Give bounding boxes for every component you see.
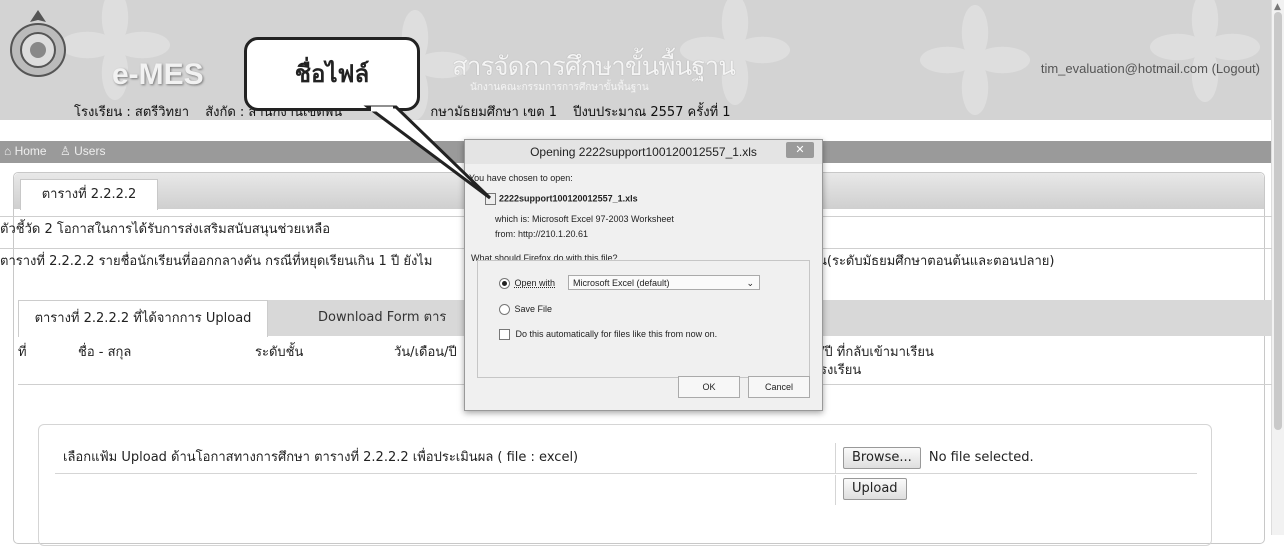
flower-decoration	[1150, 0, 1260, 102]
column-header-level: ระดับชั้น	[255, 345, 304, 360]
obec-logo	[10, 10, 66, 77]
upload-button[interactable]: Upload	[843, 478, 907, 500]
dialog-filename: 2222support100120012557_1.xls	[485, 193, 638, 205]
browse-button[interactable]: Browse...	[843, 447, 921, 469]
user-area: tim_evaluation@hotmail.com (Logout)	[1041, 61, 1260, 76]
save-file-option[interactable]: Save File	[499, 304, 552, 316]
site-header: e-MES สารจัดการศึกษาขั้นพื้นฐาน นักงานคณ…	[0, 0, 1272, 120]
dialog-intro: You have chosen to open:	[469, 173, 573, 183]
auto-action-checkbox[interactable]	[499, 329, 510, 341]
scrollbar-thumb[interactable]	[1274, 12, 1282, 430]
column-divider	[835, 443, 836, 473]
open-file-dialog: Opening 2222support100120012557_1.xls ✕ …	[464, 139, 823, 411]
ok-button[interactable]: OK	[678, 376, 740, 398]
open-with-radio[interactable]	[499, 278, 510, 290]
home-icon: ⌂	[4, 144, 12, 158]
filename-callout: ชื่อไฟล์	[244, 37, 420, 111]
file-picker: Browse... No file selected.	[843, 443, 1034, 473]
fiscal-year: ปีงบประมาณ 2557 ครั้งที่ 1	[573, 105, 731, 120]
auto-action-option[interactable]: Do this automatically for files like thi…	[499, 329, 717, 341]
brand-name: e-MES	[112, 58, 204, 91]
users-icon: ♙	[60, 144, 71, 158]
column-divider	[835, 475, 836, 505]
column-header-no: ที่	[18, 345, 27, 360]
cancel-button[interactable]: Cancel	[748, 376, 810, 398]
school-name: โรงเรียน : สตรีวิทยา	[74, 105, 190, 120]
column-header-name: ชื่อ - สกุล	[78, 345, 132, 360]
nav-users[interactable]: ♙ Users	[60, 144, 105, 158]
tab-upload-result[interactable]: ตารางที่ 2.2.2.2 ที่ได้จากการ Upload	[18, 300, 268, 337]
site-subtitle: นักงานคณะกรรมการการศึกษาขั้นพื้นฐาน	[470, 82, 649, 93]
dialog-title: Opening 2222support100120012557_1.xls	[465, 140, 822, 164]
upload-label: เลือกแฟ้ม Upload ด้านโอกาสทางการศึกษา ตา…	[63, 450, 579, 465]
user-email: tim_evaluation@hotmail.com	[1040, 61, 1208, 76]
table-description-right: น(ระดับมัธยมศึกษาตอนต้นและตอนปลาย)	[818, 254, 1055, 269]
excel-file-icon	[485, 193, 496, 205]
table-description-left: ตารางที่ 2.2.2.2 รายชื่อนักเรียนที่ออกกล…	[0, 254, 433, 269]
close-icon[interactable]: ✕	[786, 142, 814, 158]
upload-row: เลือกแฟ้ม Upload ด้านโอกาสทางการศึกษา ตา…	[55, 443, 1197, 474]
column-header-return: /ปี ที่กลับเข้ามาเรียน รงเรียน	[820, 345, 934, 378]
tab-table-2222[interactable]: ตารางที่ 2.2.2.2	[20, 179, 158, 210]
tab-download-form[interactable]: Download Form ตาร	[318, 300, 446, 336]
dialog-file-source: from: http://210.1.20.61	[495, 229, 589, 239]
open-with-select[interactable]: Microsoft Excel (default) ⌄	[568, 275, 760, 290]
column-header-date: วัน/เดือน/ปี	[394, 345, 457, 360]
save-file-radio[interactable]	[499, 304, 510, 316]
logout-link[interactable]: (Logout)	[1212, 61, 1260, 76]
affiliation-rest: กษามัธยมศึกษา เขต 1	[430, 105, 558, 120]
upload-button-row: Upload	[55, 475, 1197, 505]
nav-home[interactable]: ⌂ Home	[4, 144, 47, 158]
dialog-file-type: which is: Microsoft Excel 97-2003 Worksh…	[495, 214, 674, 224]
page-scrollbar[interactable]: ▲	[1271, 0, 1284, 535]
flower-decoration	[920, 5, 1030, 115]
chevron-down-icon: ⌄	[746, 278, 754, 288]
upload-box: เลือกแฟ้ม Upload ด้านโอกาสทางการศึกษา ตา…	[38, 424, 1212, 546]
file-status: No file selected.	[928, 450, 1034, 465]
open-with-option[interactable]: Open with	[499, 278, 555, 290]
scroll-up-arrow-icon[interactable]: ▲	[1274, 2, 1281, 12]
